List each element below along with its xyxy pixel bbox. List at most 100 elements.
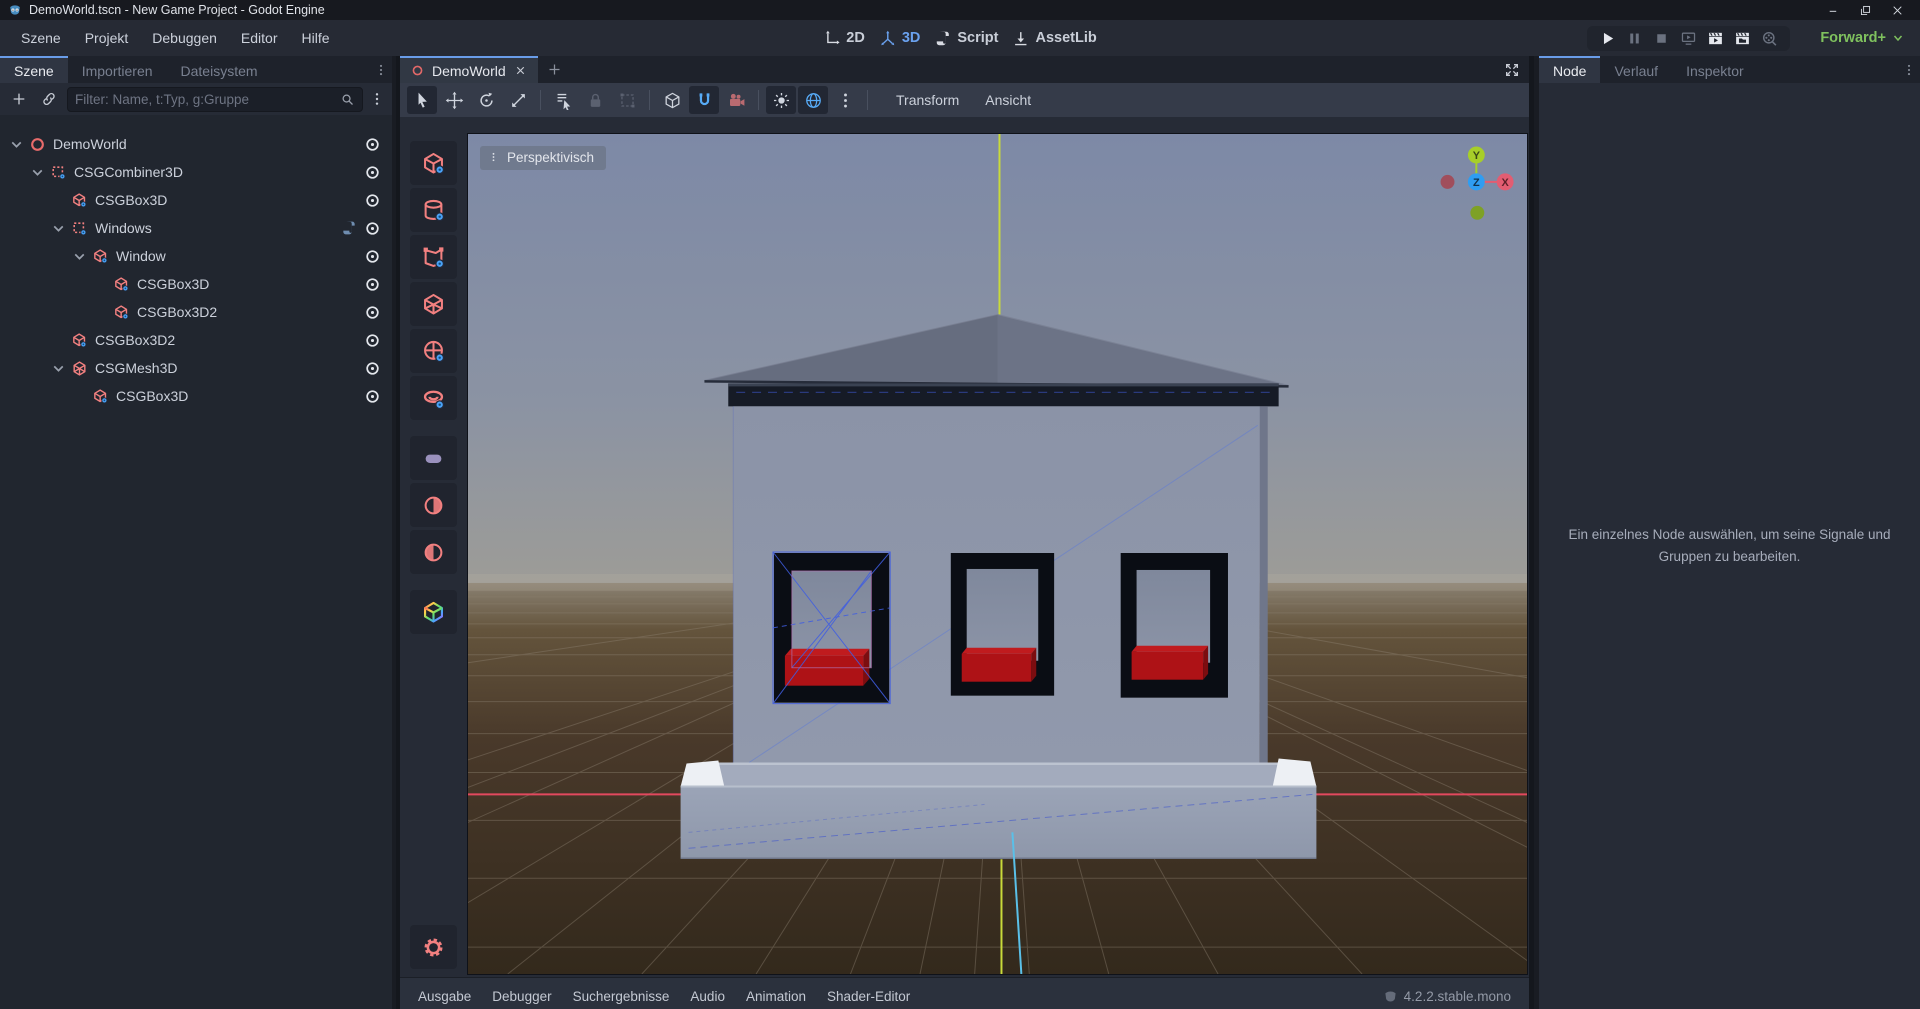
visibility-toggle[interactable]: [364, 276, 381, 293]
workspace-2d[interactable]: 2D: [823, 30, 865, 47]
menu-debuggen[interactable]: Debuggen: [141, 25, 228, 51]
csg-sphere-button[interactable]: [410, 329, 457, 373]
menu-projekt[interactable]: Projekt: [74, 25, 140, 51]
minimize-button[interactable]: [1824, 2, 1842, 18]
bottom-panel-animation[interactable]: Animation: [746, 989, 806, 1004]
tab-szene[interactable]: Szene: [0, 56, 68, 83]
visibility-toggle[interactable]: [364, 136, 381, 153]
perspective-menu-button[interactable]: Perspektivisch: [480, 146, 606, 170]
restore-button[interactable]: [1856, 2, 1874, 18]
chevron-down-icon[interactable]: [29, 164, 46, 181]
menu-editor[interactable]: Editor: [230, 25, 289, 51]
local-space-toggle-button[interactable]: [657, 86, 687, 114]
camera-preview-toggle-button[interactable]: [721, 86, 751, 114]
tree-row-window[interactable]: Window: [0, 242, 392, 270]
csg-capsule-button[interactable]: [410, 436, 457, 480]
csg-op-subtraction-button[interactable]: [410, 530, 457, 574]
workspace-assetlib[interactable]: AssetLib: [1012, 30, 1096, 47]
tab-inspektor[interactable]: Inspektor: [1672, 56, 1758, 83]
tree-options-menu-button[interactable]: [369, 87, 385, 111]
renderer-select[interactable]: Forward+: [1820, 30, 1904, 46]
visibility-toggle[interactable]: [364, 220, 381, 237]
play-scene-button[interactable]: [1707, 30, 1724, 47]
csg-op-intersection-button[interactable]: [410, 483, 457, 527]
csg-options-button[interactable]: [410, 925, 457, 969]
csg-box-button[interactable]: [410, 141, 457, 185]
tree-row-csgbox3d[interactable]: CSGBox3D: [0, 382, 392, 410]
group-selected-button[interactable]: [612, 86, 642, 114]
close-tab-icon[interactable]: [514, 64, 527, 77]
tree-row-csgmesh3d[interactable]: CSGMesh3D: [0, 354, 392, 382]
gizmo-neg-y[interactable]: [1470, 206, 1484, 220]
gizmo-z-label: Z: [1473, 177, 1480, 189]
tab-importieren[interactable]: Importieren: [68, 56, 167, 83]
select-tool-button[interactable]: [407, 86, 437, 114]
csg-torus-button[interactable]: [410, 376, 457, 420]
preview-environment-toggle-button[interactable]: [798, 86, 828, 114]
3d-viewport[interactable]: Y Z X Perspektivisch: [467, 133, 1528, 975]
visibility-toggle[interactable]: [364, 304, 381, 321]
tree-row-csgcombiner3d[interactable]: CSGCombiner3D: [0, 158, 392, 186]
csg-mesh-button[interactable]: [410, 282, 457, 326]
lock-selected-button[interactable]: [580, 86, 610, 114]
bottom-panel-suchergebnisse[interactable]: Suchergebnisse: [573, 989, 670, 1004]
right-dock-menu-button[interactable]: [1898, 56, 1920, 83]
expand-viewport-button[interactable]: [1495, 56, 1529, 83]
play-custom-scene-button[interactable]: [1734, 30, 1751, 47]
tree-row-csgbox3d[interactable]: CSGBox3D: [0, 270, 392, 298]
bottom-panel-shader-editor[interactable]: Shader-Editor: [827, 989, 910, 1004]
new-scene-tab-button[interactable]: [538, 56, 572, 83]
visibility-toggle[interactable]: [364, 248, 381, 265]
visibility-toggle[interactable]: [364, 332, 381, 349]
csg-polygon-button[interactable]: [410, 235, 457, 279]
play-remote-button[interactable]: [1680, 30, 1697, 47]
gizmo-neg-x[interactable]: [1441, 175, 1455, 189]
viewport-menu-ansicht[interactable]: Ansicht: [972, 87, 1044, 113]
scene-tab-demoworld[interactable]: DemoWorld: [400, 56, 538, 83]
chevron-down-icon[interactable]: [50, 360, 67, 377]
bottom-panel-debugger[interactable]: Debugger: [492, 989, 551, 1004]
workspace-script[interactable]: Script: [934, 30, 998, 47]
tab-node[interactable]: Node: [1539, 56, 1600, 83]
rotate-tool-button[interactable]: [471, 86, 501, 114]
add-node-button[interactable]: [7, 87, 31, 111]
bottom-panel-audio[interactable]: Audio: [690, 989, 725, 1004]
scale-tool-button[interactable]: [503, 86, 533, 114]
menu-szene[interactable]: Szene: [10, 25, 72, 51]
scene-filter-input[interactable]: [75, 92, 334, 107]
stop-button[interactable]: [1653, 30, 1670, 47]
tree-row-csgbox3d2[interactable]: CSGBox3D2: [0, 326, 392, 354]
tree-row-csgbox3d[interactable]: CSGBox3D: [0, 186, 392, 214]
tree-row-csgbox3d2[interactable]: CSGBox3D2: [0, 298, 392, 326]
visibility-toggle[interactable]: [364, 360, 381, 377]
chevron-down-icon[interactable]: [8, 136, 25, 153]
visibility-toggle[interactable]: [364, 192, 381, 209]
visibility-toggle[interactable]: [364, 388, 381, 405]
viewport-tools: [407, 86, 873, 114]
menu-hilfe[interactable]: Hilfe: [290, 25, 340, 51]
tree-row-windows[interactable]: Windows: [0, 214, 392, 242]
movie-maker-button[interactable]: [1761, 30, 1778, 47]
preview-environment-menu-button[interactable]: [830, 86, 860, 114]
left-dock-menu-button[interactable]: [370, 56, 392, 83]
snap-toggle-button[interactable]: [689, 86, 719, 114]
csg-cylinder-button[interactable]: [410, 188, 457, 232]
instance-scene-button[interactable]: [37, 87, 61, 111]
list-select-tool-button[interactable]: [548, 86, 578, 114]
tree-row-demoworld[interactable]: DemoWorld: [0, 130, 392, 158]
pause-button[interactable]: [1626, 30, 1643, 47]
tab-dateisystem[interactable]: Dateisystem: [167, 56, 272, 83]
script-attached-icon[interactable]: [341, 220, 357, 236]
tab-verlauf[interactable]: Verlauf: [1600, 56, 1672, 83]
bottom-panel-ausgabe[interactable]: Ausgabe: [418, 989, 471, 1004]
visibility-toggle[interactable]: [364, 164, 381, 181]
gridmap-button[interactable]: [410, 590, 457, 634]
close-button[interactable]: [1888, 2, 1906, 18]
chevron-down-icon[interactable]: [50, 220, 67, 237]
workspace-3d[interactable]: 3D: [879, 30, 921, 47]
move-tool-button[interactable]: [439, 86, 469, 114]
viewport-menu-transform[interactable]: Transform: [883, 87, 972, 113]
play-button[interactable]: [1599, 30, 1616, 47]
chevron-down-icon[interactable]: [71, 248, 88, 265]
preview-sun-toggle-button[interactable]: [766, 86, 796, 114]
